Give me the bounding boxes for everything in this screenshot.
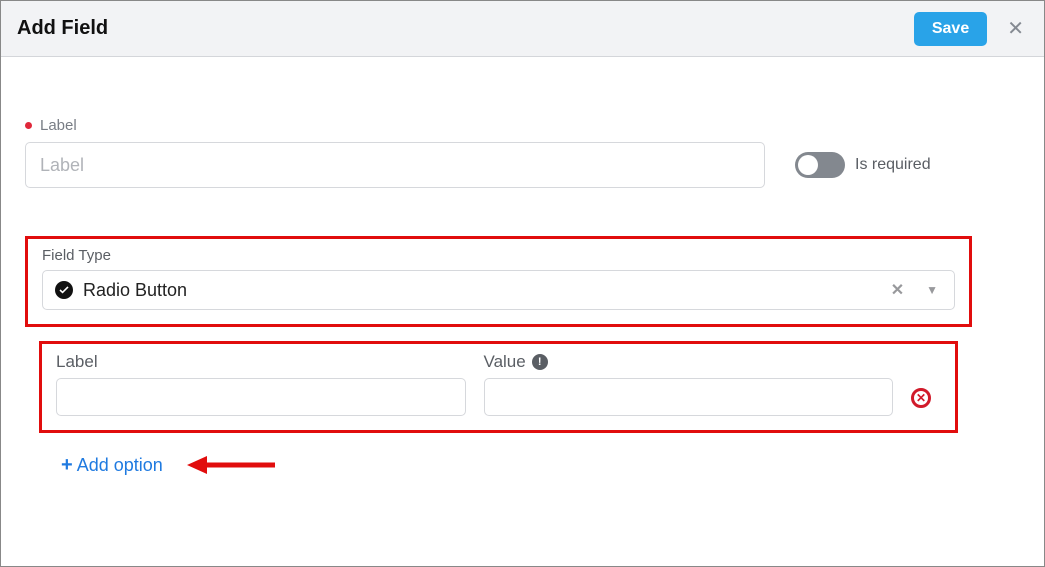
option-row-highlight-box: Label Value ! ✕ — [39, 341, 958, 433]
label-input[interactable] — [25, 142, 765, 188]
add-option-button[interactable]: + Add option — [61, 455, 163, 476]
option-label-input[interactable] — [56, 378, 466, 416]
header-actions: Save ✕ — [914, 12, 1028, 46]
field-type-label: Field Type — [42, 247, 955, 264]
label-field-label-row: Label — [25, 117, 1020, 134]
toggle-knob-icon — [798, 155, 818, 175]
option-row: Label Value ! ✕ — [56, 352, 941, 416]
required-toggle-label: Is required — [855, 156, 931, 174]
modal-title: Add Field — [17, 17, 108, 40]
option-value-header: Value — [484, 352, 526, 372]
field-type-select[interactable]: Radio Button ✕ ▼ — [42, 270, 955, 310]
field-type-value: Radio Button — [83, 280, 873, 301]
delete-option-icon[interactable]: ✕ — [911, 388, 931, 408]
add-option-label: Add option — [77, 455, 163, 476]
option-value-col: Value ! — [484, 352, 894, 416]
delete-option-wrap: ✕ — [911, 352, 941, 414]
check-circle-icon — [55, 281, 73, 299]
label-field-label: Label — [40, 117, 77, 134]
option-value-input[interactable] — [484, 378, 894, 416]
option-value-header-row: Value ! — [484, 352, 894, 372]
clear-icon[interactable]: ✕ — [883, 278, 912, 302]
modal-header: Add Field Save ✕ — [1, 1, 1044, 57]
option-label-header-row: Label — [56, 352, 466, 372]
required-indicator-icon — [25, 122, 32, 129]
option-label-col: Label — [56, 352, 466, 416]
save-button[interactable]: Save — [914, 12, 987, 46]
plus-icon: + — [61, 455, 73, 475]
modal-body: Label Is required Field Type Radio Butto… — [1, 57, 1044, 501]
required-toggle[interactable] — [795, 152, 845, 178]
chevron-down-icon[interactable]: ▼ — [922, 283, 942, 297]
annotation-arrow-icon — [187, 453, 277, 477]
add-option-row: + Add option — [61, 453, 1020, 477]
option-label-header: Label — [56, 352, 98, 372]
required-toggle-wrap: Is required — [795, 152, 931, 178]
field-type-highlight-box: Field Type Radio Button ✕ ▼ — [25, 236, 972, 327]
label-input-row: Is required — [25, 142, 1020, 188]
close-icon[interactable]: ✕ — [1003, 12, 1028, 45]
info-icon: ! — [532, 354, 548, 370]
